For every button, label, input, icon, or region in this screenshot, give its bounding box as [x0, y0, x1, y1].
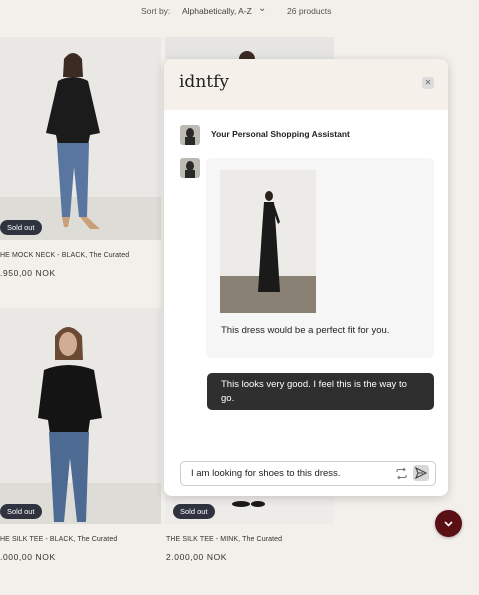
user-message: This looks very good. I feel this is the… [207, 373, 434, 410]
assistant-name: Your Personal Shopping Assistant [211, 129, 350, 139]
product-image-silk-tee-black[interactable] [0, 308, 161, 524]
product-title[interactable]: HE SILK TEE - BLACK, The Curated [0, 536, 117, 543]
recommended-product-image[interactable] [220, 170, 316, 313]
assistant-avatar [180, 158, 200, 178]
sort-bar: Sort by: Alphabetically, A-Z ⌄ 26 produc… [0, 0, 479, 22]
sold-out-badge: Sold out [0, 220, 42, 235]
product-image-mock-neck[interactable] [0, 37, 161, 240]
brand-logo: idntfy [179, 72, 229, 92]
user-message-text: This looks very good. I feel this is the… [221, 379, 407, 404]
chat-header: idntfy ✕ [164, 59, 448, 110]
scroll-down-button[interactable] [435, 510, 462, 537]
send-button[interactable] [413, 465, 429, 481]
assistant-message-text: This dress would be a perfect fit for yo… [221, 325, 390, 336]
chevron-down-icon[interactable]: ⌄ [258, 3, 266, 14]
sold-out-badge: Sold out [173, 504, 215, 519]
product-price: 2.000,00 NOK [166, 552, 228, 562]
product-price: .950,00 NOK [0, 268, 56, 278]
assistant-avatar [180, 125, 200, 145]
send-icon [414, 466, 428, 480]
sold-out-badge: Sold out [0, 504, 42, 519]
shopping-assistant-chat: idntfy ✕ Your Personal Shopping Assistan… [164, 59, 448, 496]
sort-label: Sort by: [141, 6, 171, 16]
product-title[interactable]: THE SILK TEE - MINK, The Curated [166, 536, 282, 543]
chat-input-container [180, 461, 436, 486]
close-icon[interactable]: ✕ [422, 77, 434, 89]
product-image-2[interactable] [165, 37, 334, 59]
sort-select[interactable]: Alphabetically, A-Z [182, 6, 252, 16]
product-count: 26 products [287, 6, 332, 16]
product-title[interactable]: HE MOCK NECK - BLACK, The Curated [0, 252, 129, 259]
product-price: .000,00 NOK [0, 552, 56, 562]
chat-input[interactable] [191, 462, 381, 485]
refresh-icon[interactable] [395, 467, 408, 480]
assistant-message: This dress would be a perfect fit for yo… [206, 158, 434, 358]
chevron-down-icon [444, 521, 453, 527]
